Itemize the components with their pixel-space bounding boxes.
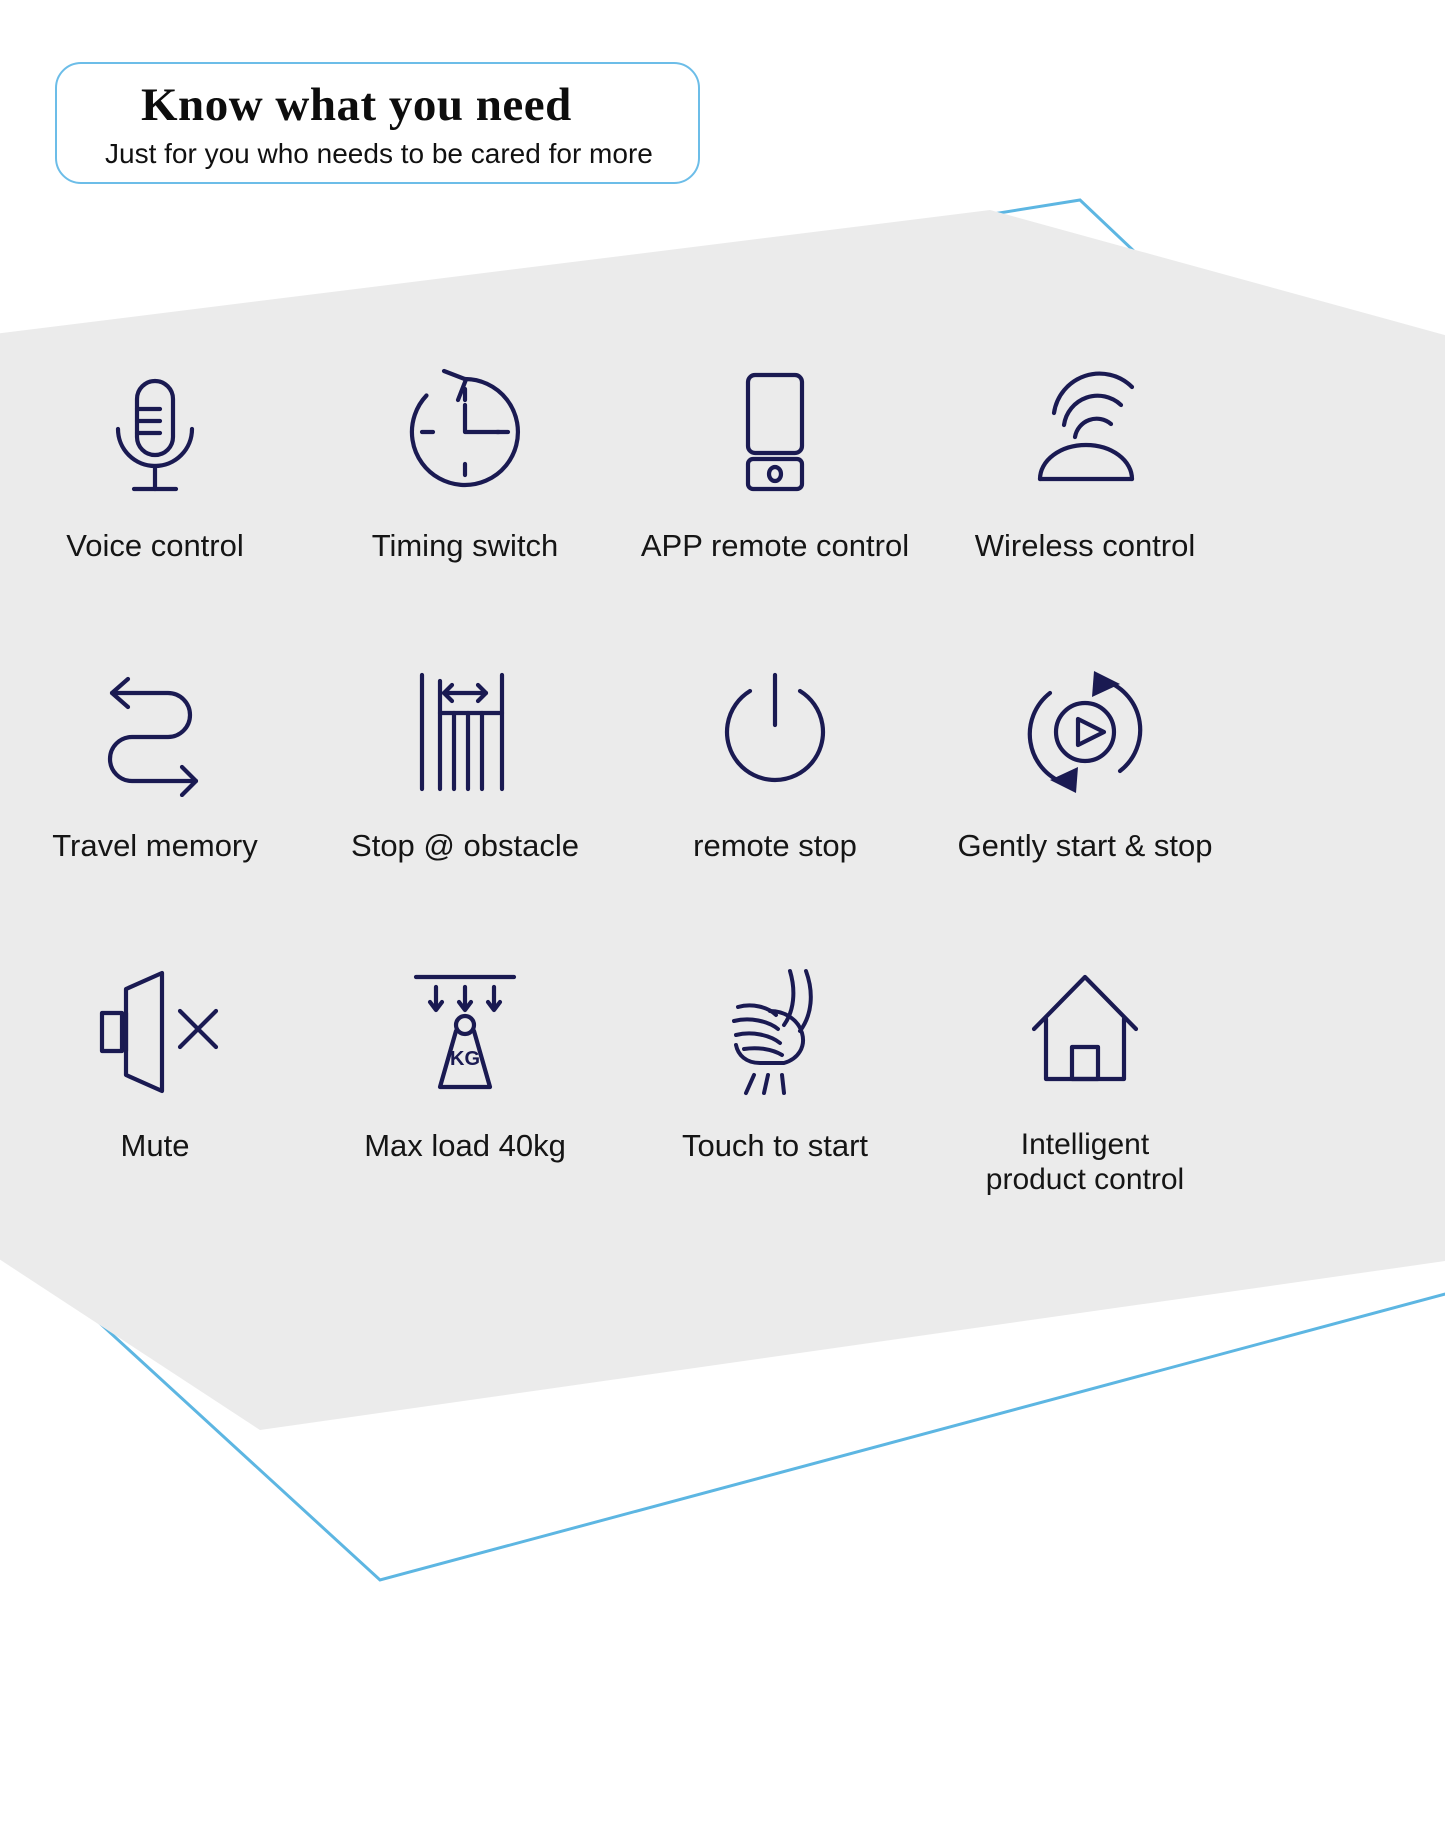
feature-item-intelligent-product-control[interactable]: Intelligent product control	[930, 940, 1240, 1240]
feature-label: Gently start & stop	[957, 828, 1213, 863]
feature-item-voice-control[interactable]: Voice control	[0, 340, 310, 640]
max-load-weight-icon: KG	[400, 962, 530, 1102]
obstacle-stop-icon	[400, 662, 530, 802]
feature-item-travel-memory[interactable]: Travel memory	[0, 640, 310, 940]
feature-item-app-remote-control[interactable]: APP remote control	[620, 340, 930, 640]
header-badge: Know what you need Just for you who need…	[55, 62, 700, 184]
feature-label: Mute	[120, 1128, 190, 1163]
mute-speaker-icon	[90, 962, 220, 1102]
wireless-signal-icon	[1020, 362, 1150, 502]
feature-item-stop-at-obstacle[interactable]: Stop @ obstacle	[310, 640, 620, 940]
route-memory-icon	[90, 662, 220, 802]
smartphone-app-icon	[710, 362, 840, 502]
touch-hand-icon	[710, 962, 840, 1102]
feature-label: Timing switch	[371, 528, 559, 563]
smart-home-icon	[1020, 962, 1150, 1102]
soft-start-stop-icon	[1020, 662, 1150, 802]
clock-timer-icon	[400, 362, 530, 502]
microphone-icon	[90, 362, 220, 502]
feature-label: Wireless control	[974, 528, 1196, 563]
feature-item-timing-switch[interactable]: Timing switch	[310, 340, 620, 640]
feature-item-wireless-control[interactable]: Wireless control	[930, 340, 1240, 640]
power-button-icon	[710, 662, 840, 802]
feature-item-max-load[interactable]: KG Max load 40kg	[310, 940, 620, 1240]
feature-label: Travel memory	[52, 828, 258, 863]
feature-label: Intelligent product control	[985, 1128, 1185, 1196]
page-title: Know what you need	[141, 79, 572, 131]
svg-text:KG: KG	[450, 1048, 480, 1070]
feature-item-touch-to-start[interactable]: Touch to start	[620, 940, 930, 1240]
feature-label: Touch to start	[681, 1128, 869, 1163]
feature-item-remote-stop[interactable]: remote stop	[620, 640, 930, 940]
feature-label: remote stop	[693, 828, 857, 863]
feature-label: Stop @ obstacle	[351, 828, 579, 863]
feature-label: Max load 40kg	[364, 1128, 566, 1163]
feature-grid: Voice control Timing switch APP remote c…	[0, 340, 1240, 1240]
feature-item-gently-start-stop[interactable]: Gently start & stop	[930, 640, 1240, 940]
feature-label: Voice control	[66, 528, 244, 563]
page-subtitle: Just for you who needs to be cared for m…	[105, 138, 653, 169]
infographic-page: Know what you need Just for you who need…	[0, 0, 1445, 1837]
feature-label: APP remote control	[640, 528, 910, 563]
feature-item-mute[interactable]: Mute	[0, 940, 310, 1240]
